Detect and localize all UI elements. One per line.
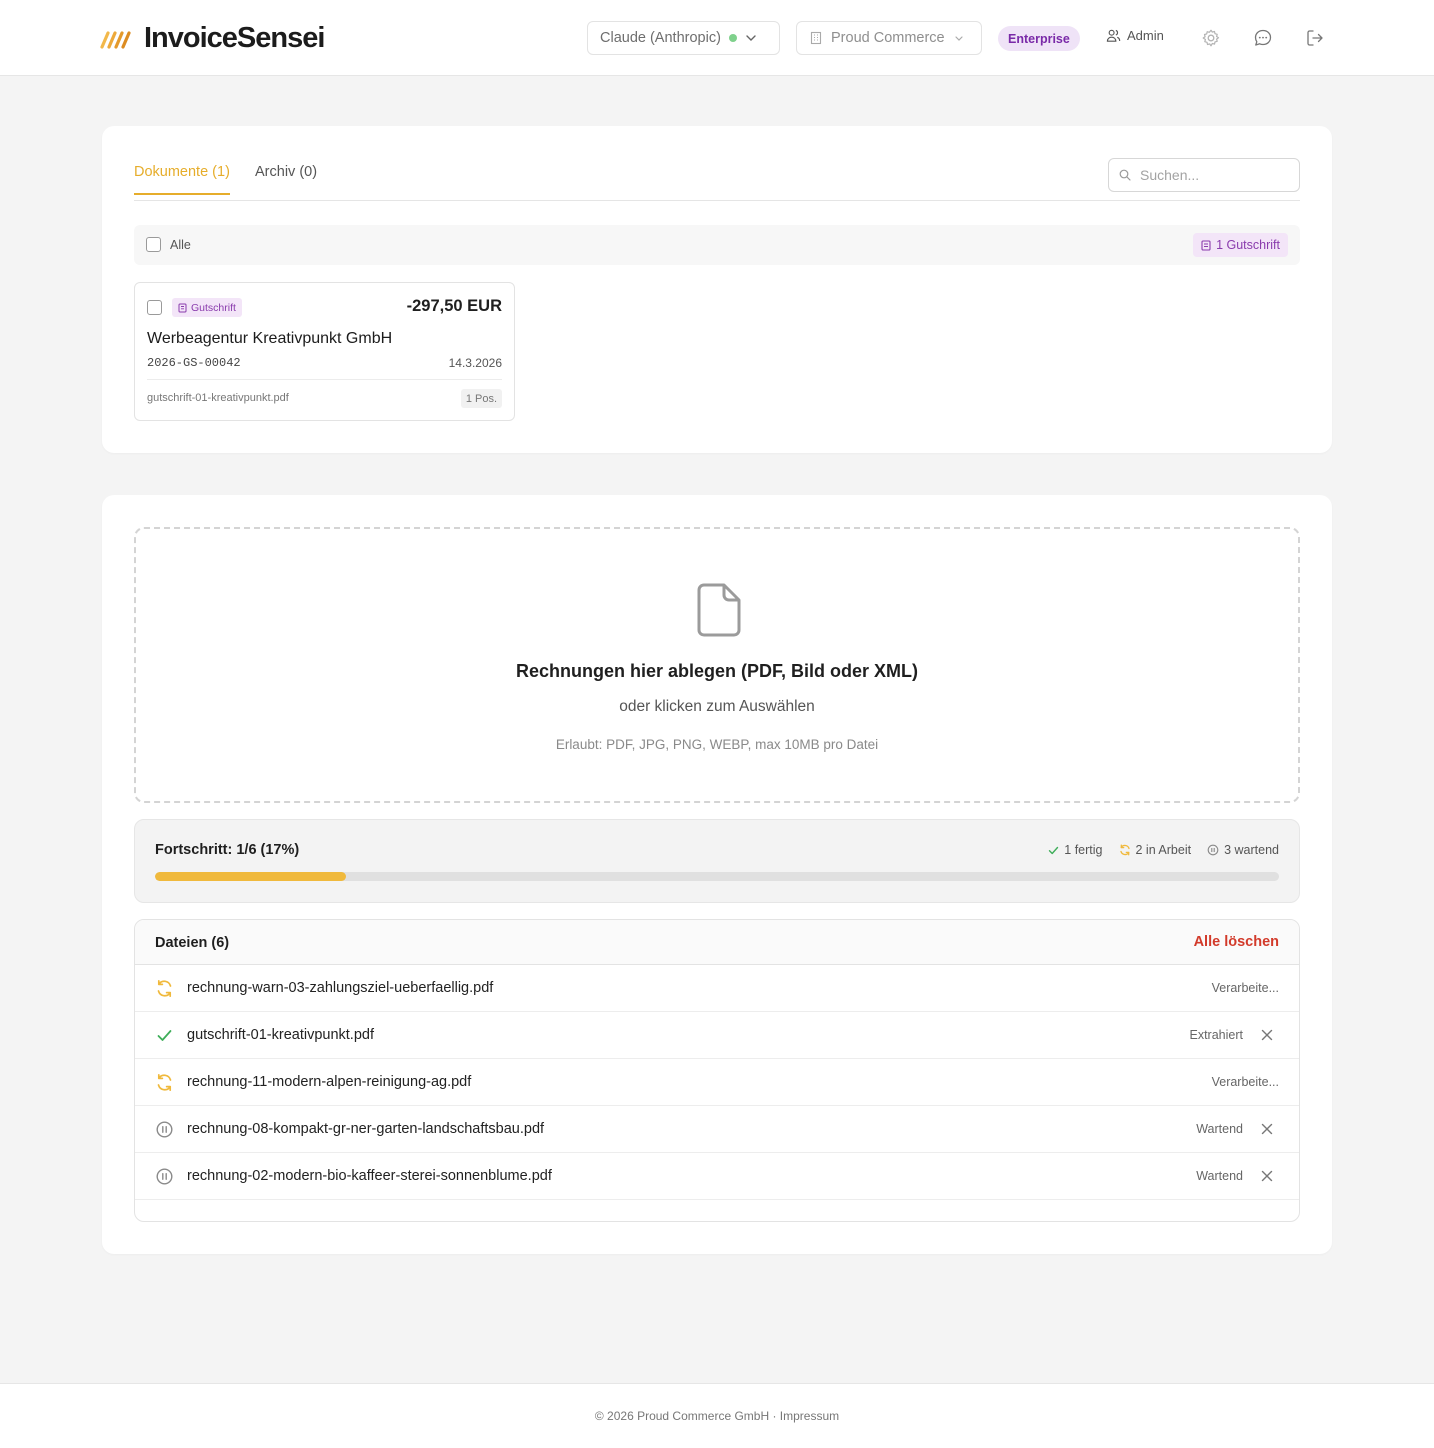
document-amount: -297,50 EUR [406, 297, 502, 315]
file-name: rechnung-02-modern-bio-kaffeer-sterei-so… [187, 1168, 552, 1184]
credit-note-filter-label: 1 Gutschrift [1216, 238, 1280, 252]
tab-documents[interactable]: Dokumente (1) [134, 164, 230, 195]
check-icon [157, 1030, 172, 1041]
dropzone-subtitle: oder klicken zum Auswählen [619, 698, 815, 715]
processing-icon [157, 979, 172, 998]
footer-text: © 2026 Proud Commerce GmbH · Impressum [594, 1409, 840, 1423]
logo-mark-icon [100, 30, 131, 49]
stat-done: 1 fertig [1048, 843, 1103, 857]
document-positions-badge: 1 Pos. [460, 389, 502, 408]
file-status: Verarbeite... [1211, 1075, 1279, 1089]
model-select[interactable]: Claude (Anthropic) [587, 21, 780, 55]
select-all-checkbox[interactable] [146, 237, 161, 252]
user-menu[interactable]: Admin [1106, 28, 1164, 43]
pause-icon [156, 1168, 173, 1185]
document-type-label: Gutschrift [191, 301, 236, 314]
stat-in-progress: 2 in Arbeit [1119, 843, 1192, 857]
progress-stats: 1 fertig 2 in Arbeit 3 wartend [1048, 843, 1279, 857]
stat-done-label: 1 fertig [1064, 843, 1103, 857]
stat-in-progress-label: 2 in Arbeit [1135, 843, 1192, 857]
top-header: InvoiceSensei Claude (Anthropic) Proud C… [0, 0, 1434, 76]
logo-text: InvoiceSensei [144, 22, 325, 54]
receipt-icon [178, 303, 187, 312]
tab-archive[interactable]: Archiv (0) [255, 164, 317, 193]
documents-card: Dokumente (1) Archiv (0) Alle 1 Gutschri… [102, 126, 1332, 453]
file-status: Verarbeite... [1211, 981, 1279, 995]
stat-waiting-label: 3 wartend [1224, 843, 1279, 857]
progress-panel: Fortschritt: 1/6 (17%) 1 fertig 2 in Arb… [134, 819, 1300, 903]
stat-waiting: 3 wartend [1207, 843, 1279, 857]
search-icon [1119, 169, 1131, 181]
document-filename: gutschrift-01-kreativpunkt.pdf [147, 392, 289, 404]
building-icon [810, 31, 822, 45]
processing-icon [1119, 844, 1130, 856]
file-list: Dateien (6) Alle löschen rechnung-warn-0… [134, 919, 1300, 1222]
check-icon [1049, 846, 1059, 854]
file-name: rechnung-warn-03-zahlungsziel-ueberfaell… [187, 980, 494, 996]
dropzone-title: Rechnungen hier ablegen (PDF, Bild oder … [515, 661, 919, 681]
users-icon [1106, 29, 1121, 42]
chevron-down-icon [746, 35, 756, 41]
document-type-badge: Gutschrift [172, 298, 242, 317]
file-icon [697, 583, 741, 637]
filter-bar: Alle 1 Gutschrift [134, 225, 1300, 265]
file-list-title: Dateien (6) [155, 935, 230, 951]
file-rows: rechnung-warn-03-zahlungsziel-ueberfaell… [135, 965, 1299, 1200]
model-select-value: Claude (Anthropic) [600, 30, 721, 46]
logout-icon[interactable] [1305, 28, 1325, 48]
file-row: gutschrift-01-kreativpunkt.pdf Extrahiert [135, 1012, 1299, 1059]
search-input[interactable] [1140, 167, 1280, 183]
file-dropzone[interactable]: Rechnungen hier ablegen (PDF, Bild oder … [134, 527, 1300, 803]
file-row: rechnung-11-modern-alpen-reinigung-ag.pd… [135, 1059, 1299, 1106]
file-row: rechnung-warn-03-zahlungsziel-ueberfaell… [135, 965, 1299, 1012]
upload-card: Rechnungen hier ablegen (PDF, Bild oder … [102, 495, 1332, 1254]
file-status: Wartend [1196, 1169, 1243, 1183]
file-row: rechnung-08-kompakt-gr-ner-garten-landsc… [135, 1106, 1299, 1153]
close-icon[interactable] [1259, 1027, 1275, 1043]
company-select[interactable]: Proud Commerce [796, 21, 982, 55]
logo[interactable]: InvoiceSensei [100, 22, 325, 55]
progress-label: Fortschritt: 1/6 (17%) [155, 842, 300, 858]
dropzone-hint: Erlaubt: PDF, JPG, PNG, WEBP, max 10MB p… [555, 737, 879, 752]
processing-icon [157, 1073, 172, 1092]
document-checkbox[interactable] [147, 300, 162, 315]
document-number: 2026-GS-00042 [147, 356, 241, 370]
company-select-value: Proud Commerce [831, 30, 945, 46]
file-status: Wartend [1196, 1122, 1243, 1136]
user-label: Admin [1127, 28, 1164, 43]
document-vendor: Werbeagentur Kreativpunkt GmbH [147, 330, 393, 347]
plan-badge: Enterprise [998, 26, 1080, 51]
status-dot-icon [728, 34, 737, 42]
page-footer: © 2026 Proud Commerce GmbH · Impressum [0, 1383, 1434, 1448]
file-list-header: Dateien (6) Alle löschen [135, 920, 1299, 965]
gear-icon[interactable] [1201, 28, 1221, 48]
chevron-down-icon [955, 36, 963, 41]
credit-note-filter-badge[interactable]: 1 Gutschrift [1193, 233, 1288, 257]
document-date: 14.3.2026 [448, 356, 502, 370]
select-all[interactable]: Alle [146, 237, 191, 252]
progress-bar-fill [155, 872, 347, 881]
receipt-icon [1201, 239, 1211, 251]
select-all-label: Alle [170, 237, 191, 252]
chat-icon[interactable] [1253, 28, 1273, 48]
pause-icon [1207, 844, 1219, 856]
progress-bar [155, 872, 1279, 881]
file-status: Extrahiert [1189, 1028, 1244, 1042]
file-name: gutschrift-01-kreativpunkt.pdf [187, 1027, 374, 1043]
pause-icon [156, 1121, 173, 1138]
document-card[interactable]: Gutschrift -297,50 EUR Werbeagentur Krea… [134, 282, 515, 421]
divider [147, 379, 502, 380]
file-name: rechnung-11-modern-alpen-reinigung-ag.pd… [187, 1074, 472, 1090]
search-box[interactable] [1108, 158, 1300, 192]
clear-all-button[interactable]: Alle löschen [1194, 934, 1279, 950]
file-row: rechnung-02-modern-bio-kaffeer-sterei-so… [135, 1153, 1299, 1200]
close-icon[interactable] [1259, 1168, 1275, 1184]
document-tabs: Dokumente (1) Archiv (0) [134, 154, 1300, 201]
close-icon[interactable] [1259, 1121, 1275, 1137]
file-name: rechnung-08-kompakt-gr-ner-garten-landsc… [187, 1121, 545, 1137]
